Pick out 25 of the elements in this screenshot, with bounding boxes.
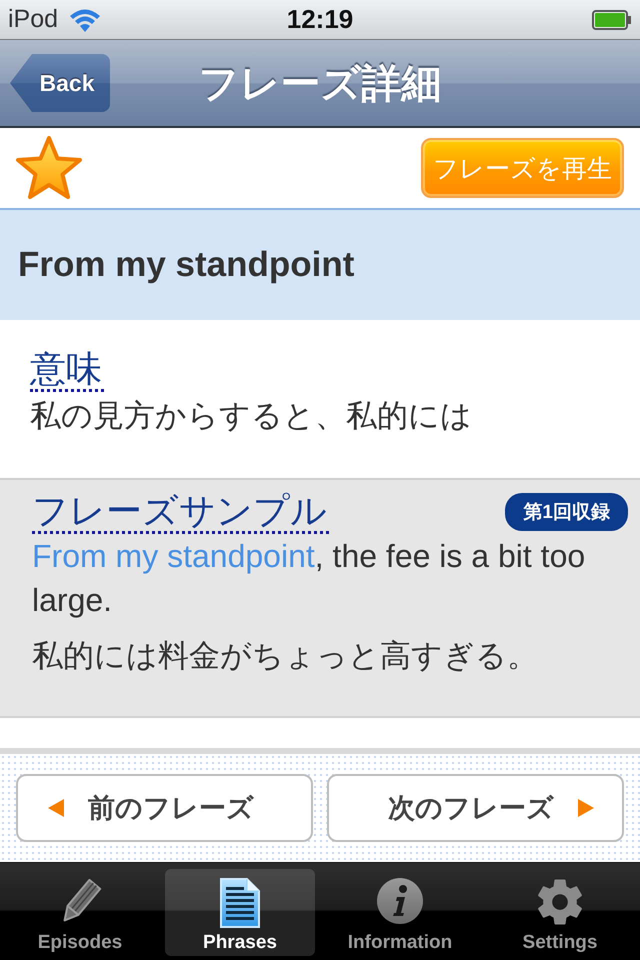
sample-sentence: From my standpoint, the fee is a bit too large. — [32, 537, 586, 620]
settings-icon — [535, 877, 585, 927]
sample-translation: 私的には料金がちょっと高すぎる。 — [32, 637, 539, 676]
battery-icon — [592, 10, 632, 30]
wifi-icon — [68, 6, 102, 32]
carrier-name: iPod — [8, 5, 58, 34]
sample-heading: フレーズサンプル — [32, 490, 329, 534]
meaning-heading: 意味 — [30, 348, 104, 392]
episode-badge: 第1回収録 — [505, 493, 628, 532]
right-arrow-icon — [578, 799, 594, 817]
document-icon — [219, 877, 261, 929]
previous-phrase-button[interactable]: 前のフレーズ — [16, 774, 313, 842]
back-button[interactable]: Back — [10, 54, 110, 112]
tab-item[interactable]: Information — [325, 869, 475, 956]
tab-item[interactable]: Settings — [485, 869, 635, 956]
screen-title: フレーズ詳細 — [198, 60, 442, 108]
next-phrase-button[interactable]: 次のフレーズ — [327, 774, 624, 842]
star-icon[interactable] — [15, 135, 83, 201]
tab-item[interactable]: Phrases — [165, 869, 315, 956]
left-arrow-icon — [48, 799, 64, 817]
phrase-title: From my standpoint — [18, 245, 354, 285]
meaning-text: 私の見方からすると、私的には — [30, 397, 473, 436]
status-time: 12:19 — [286, 4, 354, 35]
info-icon — [376, 877, 424, 925]
tab-item[interactable]: Episodes — [5, 869, 155, 956]
